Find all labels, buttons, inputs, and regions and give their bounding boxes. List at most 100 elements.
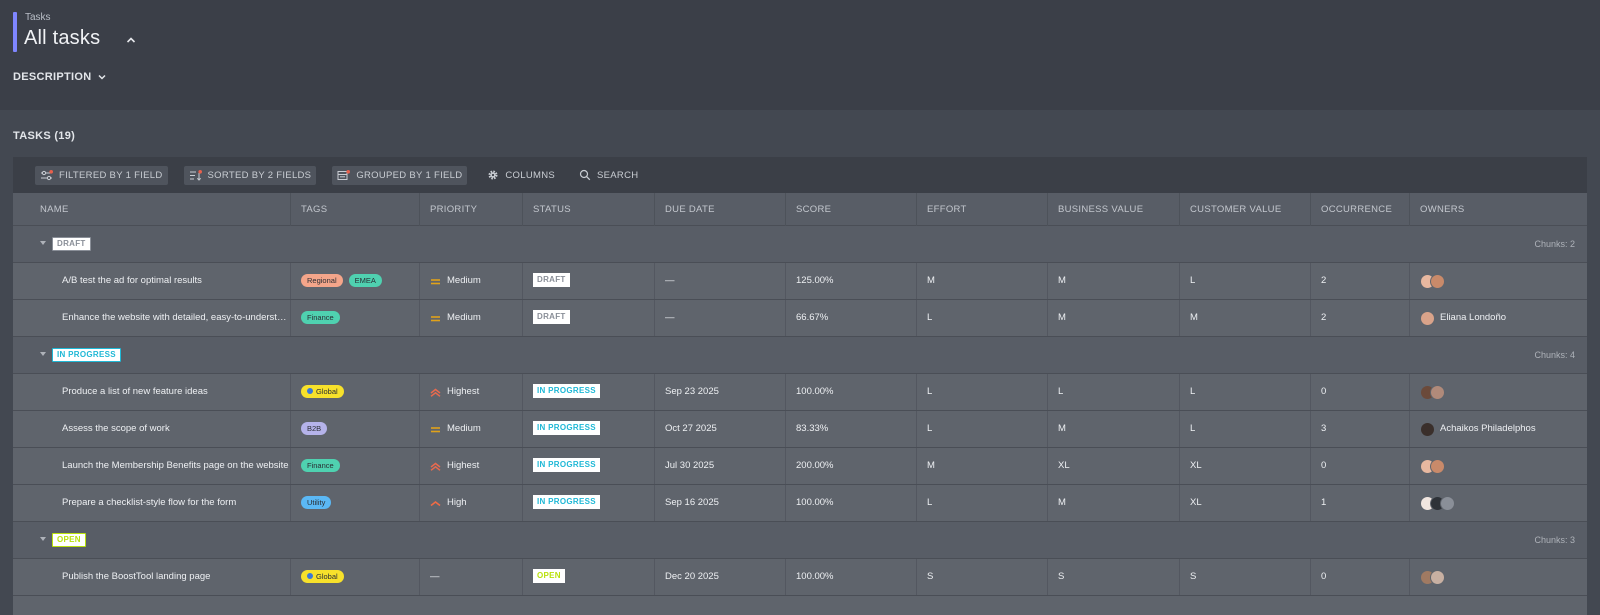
cell-name[interactable]: A/B test the ad for optimal results	[13, 263, 290, 299]
cell-business: M	[1047, 300, 1179, 336]
priority-value[interactable]: Medium	[430, 411, 522, 447]
tag-label: Finance	[307, 312, 334, 322]
cell-business: L	[1047, 374, 1179, 410]
column-header-score[interactable]: SCORE	[785, 193, 916, 226]
cell-name[interactable]: Enhance the website with detailed, easy-…	[13, 300, 290, 336]
status-badge[interactable]: OPEN	[533, 569, 565, 584]
table-row[interactable]: Launch the Membership Benefits page on t…	[13, 448, 1587, 485]
collapse-caret-icon[interactable]	[40, 241, 46, 245]
breadcrumb[interactable]: Tasks	[25, 12, 51, 23]
description-toggle[interactable]: DESCRIPTION	[13, 71, 107, 83]
cell-score: 200.00%	[785, 448, 916, 484]
column-header-occurrence[interactable]: OCCURRENCE	[1310, 193, 1409, 226]
column-header-due-date[interactable]: DUE DATE	[654, 193, 785, 226]
cell-effort: M	[916, 263, 1047, 299]
cell-occurrence: 2	[1310, 300, 1409, 336]
owners-avatars[interactable]	[1420, 448, 1587, 484]
priority-value[interactable]: High	[430, 485, 522, 521]
column-header-business-value[interactable]: BUSINESS VALUE	[1047, 193, 1179, 226]
tag-emea[interactable]: EMEA	[348, 273, 382, 287]
table-row[interactable]: Publish the BoostTool landing page Global…	[13, 559, 1587, 596]
avatar[interactable]	[1440, 495, 1455, 511]
owners-avatars[interactable]	[1420, 263, 1587, 299]
table-row[interactable]: Enhance the website with detailed, easy-…	[13, 300, 1587, 337]
status-badge[interactable]: IN PROGRESS	[533, 384, 600, 399]
chevron-up-icon[interactable]	[124, 33, 138, 47]
avatar[interactable]	[1430, 384, 1445, 400]
search-button[interactable]: SEARCH	[575, 166, 642, 185]
gear-icon	[488, 170, 498, 180]
filter-button[interactable]: FILTERED BY 1 FIELD	[35, 165, 168, 185]
table-row[interactable]: A/B test the ad for optimal results Regio…	[13, 263, 1587, 300]
tag-finance[interactable]: Finance	[301, 310, 340, 324]
sort-label: SORTED BY 2 FIELDS	[207, 169, 312, 181]
cell-customer: XL	[1179, 448, 1310, 484]
status-badge[interactable]: DRAFT	[533, 273, 570, 288]
cell-name[interactable]: Assess the scope of work	[13, 411, 290, 447]
cell-status: IN PROGRESS	[522, 411, 654, 447]
priority-value[interactable]: Highest	[430, 374, 522, 410]
owners-avatars[interactable]: Achaikos Philadelphos	[1420, 411, 1587, 447]
priority-value[interactable]: Medium	[430, 300, 522, 336]
table-row[interactable]: Produce a list of new feature ideas Globa…	[13, 374, 1587, 411]
tag-global[interactable]: Global	[301, 384, 344, 398]
columns-button[interactable]: COLUMNS	[483, 166, 559, 185]
owners-avatars[interactable]	[1420, 485, 1587, 521]
cell-name[interactable]: Prepare a checklist-style flow for the f…	[13, 485, 290, 521]
column-header-tags[interactable]: TAGS	[290, 193, 419, 226]
avatar[interactable]	[1420, 310, 1435, 326]
table-row[interactable]: Prepare a checklist-style flow for the f…	[13, 485, 1587, 522]
priority-label: Medium	[447, 312, 481, 323]
column-header-name[interactable]: NAME	[13, 193, 290, 226]
cell-priority: Medium	[419, 300, 522, 336]
column-header-effort[interactable]: EFFORT	[916, 193, 1047, 226]
globe-icon	[307, 388, 313, 395]
status-badge[interactable]: IN PROGRESS	[533, 495, 600, 510]
status-badge[interactable]: IN PROGRESS	[533, 421, 600, 436]
cell-status: DRAFT	[522, 300, 654, 336]
cell-customer: XL	[1179, 485, 1310, 521]
owners-avatars[interactable]	[1420, 559, 1587, 595]
priority-label: Medium	[447, 275, 481, 286]
priority-value[interactable]: Highest	[430, 448, 522, 484]
cell-priority: High	[419, 485, 522, 521]
tag-utility[interactable]: Utility	[301, 495, 332, 509]
cell-status: IN PROGRESS	[522, 374, 654, 410]
column-header-owners[interactable]: OWNERS	[1409, 193, 1587, 226]
status-badge[interactable]: DRAFT	[533, 310, 570, 325]
cell-name[interactable]: Launch the Membership Benefits page on t…	[13, 448, 290, 484]
cell-effort: L	[916, 485, 1047, 521]
avatar[interactable]	[1420, 421, 1435, 437]
cell-name[interactable]: Produce a list of new feature ideas	[13, 374, 290, 410]
priority-value[interactable]: —	[430, 559, 522, 595]
cell-priority: Medium	[419, 411, 522, 447]
sort-button[interactable]: SORTED BY 2 FIELDS	[183, 165, 317, 185]
cell-due: Sep 16 2025	[654, 485, 785, 521]
avatar[interactable]	[1430, 273, 1445, 289]
avatar[interactable]	[1430, 458, 1445, 474]
collapse-caret-icon[interactable]	[40, 537, 46, 541]
column-header-priority[interactable]: PRIORITY	[419, 193, 522, 226]
medium-priority-icon	[431, 278, 440, 284]
column-header-status[interactable]: STATUS	[522, 193, 654, 226]
owners-avatars[interactable]	[1420, 374, 1587, 410]
group-status-badge: IN PROGRESS	[52, 348, 121, 362]
table-row[interactable]: Assess the scope of work B2B Medium IN PROG…	[13, 411, 1587, 448]
group-button[interactable]: GROUPED BY 1 FIELD	[332, 165, 468, 185]
owners-avatars[interactable]: Eliana Londoño	[1420, 300, 1587, 336]
cell-score: 125.00%	[785, 263, 916, 299]
collapse-caret-icon[interactable]	[40, 352, 46, 356]
cell-owners	[1409, 559, 1587, 595]
tag-regional[interactable]: Regional	[301, 273, 343, 287]
column-header-customer-value[interactable]: CUSTOMER VALUE	[1179, 193, 1310, 226]
status-badge[interactable]: IN PROGRESS	[533, 458, 600, 473]
tag-global[interactable]: Global	[301, 569, 344, 583]
avatar[interactable]	[1430, 569, 1445, 585]
cell-tags: Finance	[290, 448, 419, 484]
priority-value[interactable]: Medium	[430, 263, 522, 299]
cell-name[interactable]: Publish the BoostTool landing page	[13, 559, 290, 595]
table-toolbar: FILTERED BY 1 FIELD SORTED BY 2 FIELDS G…	[13, 157, 1587, 193]
cell-effort: L	[916, 374, 1047, 410]
tag-b2b[interactable]: B2B	[301, 421, 328, 435]
tag-finance[interactable]: Finance	[301, 458, 340, 472]
